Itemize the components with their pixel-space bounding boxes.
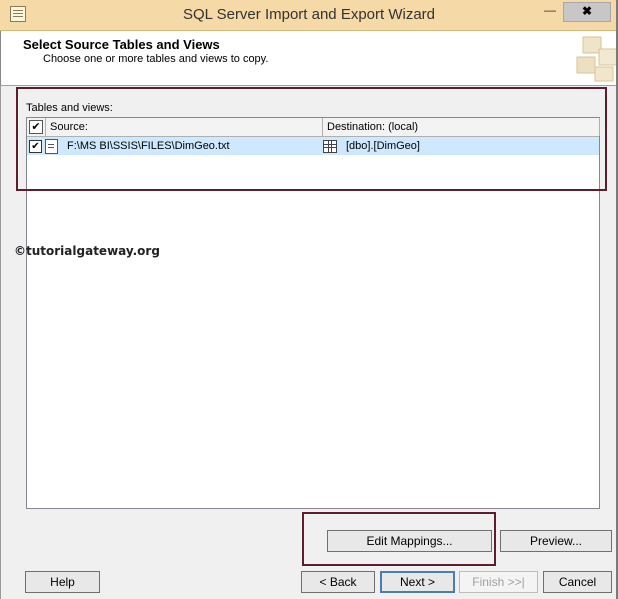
help-button[interactable]: Help [25,571,100,593]
page-subtitle: Choose one or more tables and views to c… [43,53,269,65]
edit-mappings-button[interactable]: Edit Mappings... [327,530,492,552]
wizard-header: Select Source Tables and Views Choose on… [0,31,618,86]
page-title: Select Source Tables and Views [23,37,220,52]
next-button[interactable]: Next > [380,571,455,593]
watermark: ©tutorialgateway.org [14,244,160,258]
preview-button[interactable]: Preview... [500,530,612,552]
finish-button[interactable]: Finish >>| [459,571,538,593]
close-button[interactable]: ✖ [563,2,611,22]
window-left-edge [0,85,1,599]
wizard-graphic-icon [576,36,618,82]
minimize-button[interactable]: — [540,2,560,20]
window-title: SQL Server Import and Export Wizard [182,6,436,23]
title-bar: SQL Server Import and Export Wizard — ✖ [0,0,618,31]
annotation-box-grid [16,87,607,191]
back-button[interactable]: < Back [301,571,375,593]
cancel-button[interactable]: Cancel [543,571,612,593]
